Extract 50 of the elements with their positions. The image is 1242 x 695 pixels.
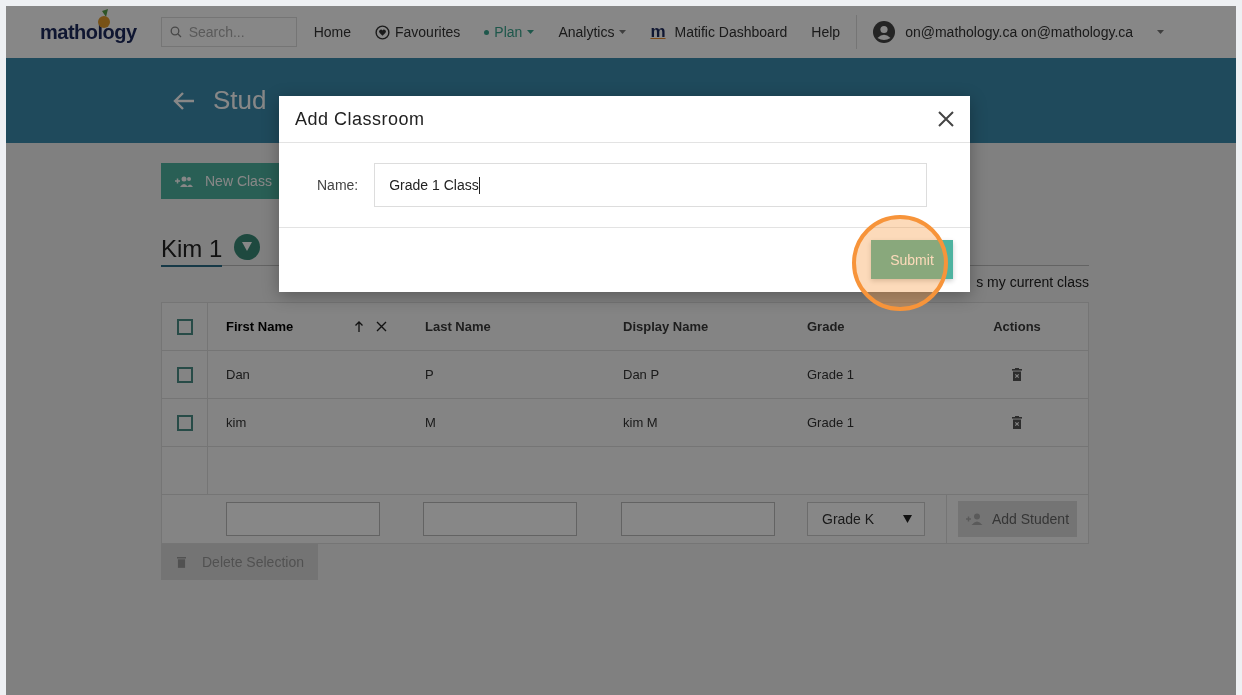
table-cell: P <box>425 367 434 382</box>
trash-icon[interactable] <box>1012 416 1022 429</box>
add-people-icon <box>175 175 193 187</box>
nav-link[interactable]: m Matific Dashboard <box>650 22 788 42</box>
classroom-dropdown-button[interactable] <box>234 233 261 260</box>
name-label: Name: <box>317 177 359 193</box>
column-header[interactable]: Grade <box>807 319 845 334</box>
table-cell: Grade 1 <box>807 415 854 430</box>
column-header[interactable]: Last Name <box>425 319 491 334</box>
select-all-checkbox[interactable] <box>176 318 193 335</box>
last-name-input[interactable] <box>423 502 577 536</box>
first-name-input[interactable] <box>226 502 380 536</box>
trash-icon[interactable] <box>1012 368 1022 381</box>
add-student-button[interactable]: Add Student <box>957 501 1078 537</box>
classroom-name: Kim 1 <box>161 235 223 267</box>
triangle-down-icon <box>242 242 253 251</box>
column-header[interactable]: Actions <box>993 319 1041 334</box>
back-arrow-icon[interactable] <box>173 90 195 111</box>
user-menu[interactable]: on@mathology.ca on@mathology.ca <box>905 24 1134 40</box>
grade-select[interactable]: Grade K <box>807 502 925 536</box>
name-input[interactable]: Grade 1 Class <box>374 163 928 207</box>
table-cell: Dan <box>226 367 250 382</box>
trash-icon <box>177 556 186 568</box>
table-cell: Grade 1 <box>807 367 854 382</box>
caret-icon[interactable] <box>1157 30 1165 34</box>
triangle-down-icon <box>903 515 912 523</box>
nav-link[interactable]: Analytics <box>558 24 627 40</box>
row-checkbox[interactable] <box>176 414 193 431</box>
current-class-label: s my current class <box>976 274 1089 292</box>
mathology-logo[interactable]: mathology <box>40 20 137 44</box>
table-cell: M <box>425 415 436 430</box>
table-cell: kim <box>226 415 247 430</box>
nav-link[interactable]: Favourites <box>375 24 461 40</box>
nav-link[interactable]: Help <box>811 24 841 40</box>
caret-icon <box>619 30 627 34</box>
display-name-input[interactable] <box>621 502 775 536</box>
caret-icon <box>527 30 535 34</box>
close-icon[interactable] <box>938 111 954 127</box>
table-cell: kim M <box>623 415 658 430</box>
row-checkbox[interactable] <box>176 366 193 383</box>
clear-sort-icon[interactable] <box>376 321 387 332</box>
nav-link[interactable]: Home <box>313 24 351 40</box>
user-avatar-icon[interactable] <box>873 21 896 43</box>
add-person-icon <box>965 513 984 525</box>
sort-up-arrow-icon[interactable] <box>354 321 364 332</box>
page-title: Stud <box>213 85 267 116</box>
dialog-title: Add Classroom <box>295 108 425 130</box>
table-cell: Dan P <box>623 367 660 382</box>
column-header[interactable]: Display Name <box>623 319 709 334</box>
column-header[interactable]: First Name <box>226 319 294 334</box>
